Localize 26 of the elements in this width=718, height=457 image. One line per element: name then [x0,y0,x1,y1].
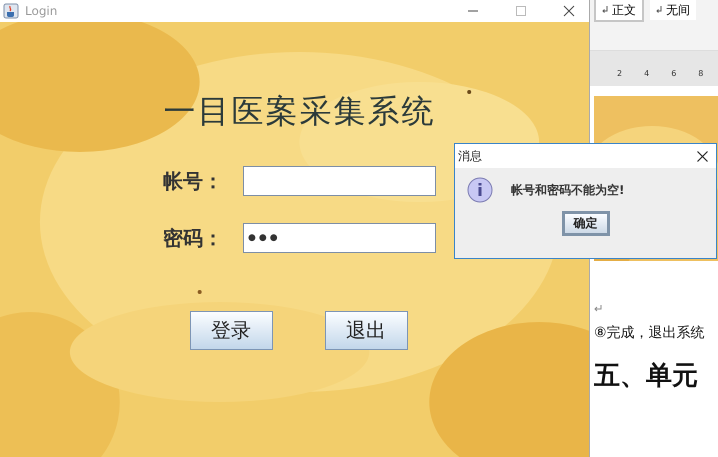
ruler-number: 4 [644,69,650,78]
document-text: ⑧完成，退出系统 [594,324,706,342]
dialog-message: 帐号和密码不能为空! [511,182,624,198]
ruler-number: 8 [698,69,704,78]
paragraph-mark-icon [594,305,602,312]
app-heading: 一目医案采集系统 [164,91,436,132]
close-icon[interactable] [697,150,708,162]
ruler-number: 6 [671,69,676,78]
login-button[interactable]: 登录 [190,311,272,350]
return-icon [656,6,662,14]
password-field[interactable]: ●●● [243,223,436,253]
window-title: Login [25,4,58,18]
document-heading: 五、单元 [594,360,699,393]
cup-icon [3,3,19,19]
field-label: 帐号： [163,168,224,194]
style-tab[interactable]: 无间 [650,0,696,20]
close-icon[interactable] [563,5,575,17]
style-tab[interactable]: 正文 [594,0,644,22]
return-icon [602,6,608,14]
username-field[interactable] [243,166,436,196]
dialog-title: 消息 [458,148,482,164]
ruler-number: 2 [617,69,622,78]
exit-button[interactable]: 退出 [324,311,408,350]
info-icon [467,177,493,203]
field-label: 密码： [163,224,224,252]
ok-button[interactable]: 确定 [562,211,610,236]
